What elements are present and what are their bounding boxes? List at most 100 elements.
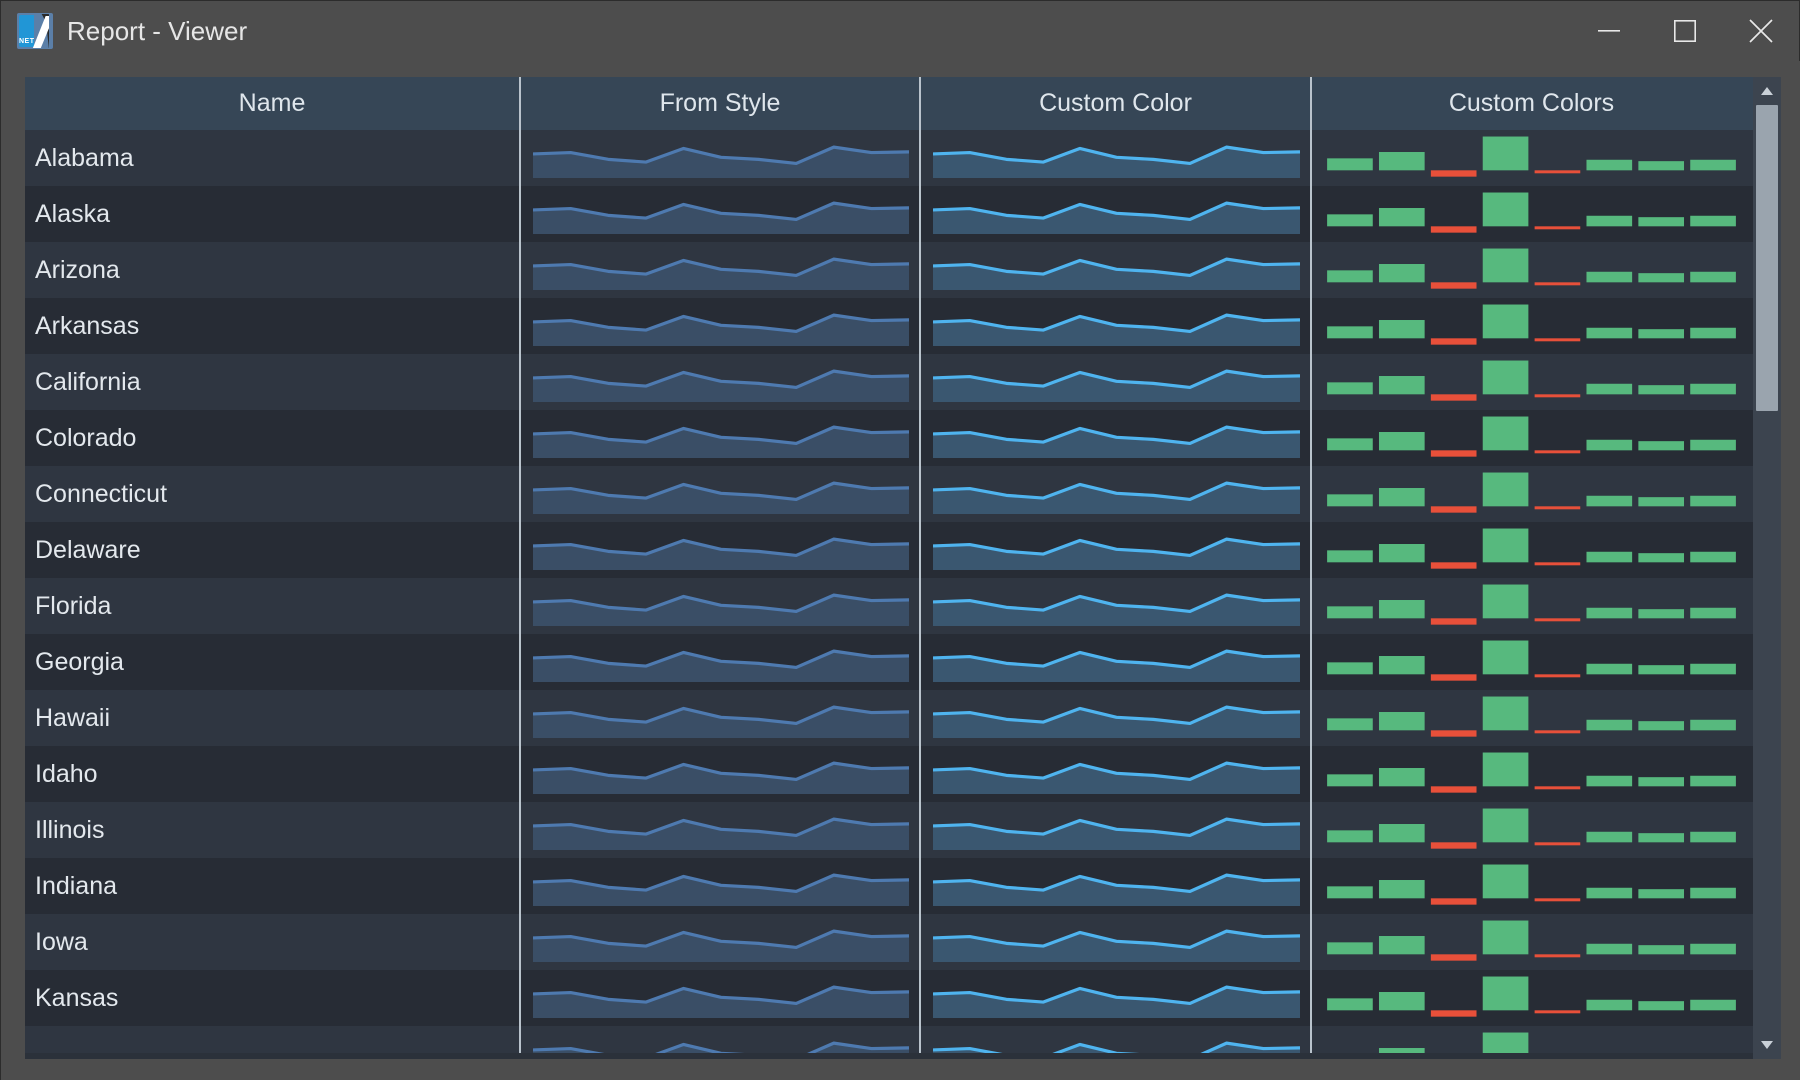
cell-custom-colors[interactable] [1310,130,1751,186]
cell-from-style[interactable] [519,466,919,522]
cell-from-style[interactable] [519,858,919,914]
cell-from-style[interactable] [519,914,919,970]
cell-from-style[interactable] [519,186,919,242]
cell-name[interactable]: Indiana [25,858,519,914]
cell-name[interactable]: Georgia [25,634,519,690]
cell-name[interactable]: Colorado [25,410,519,466]
bar-chart [1327,304,1736,345]
cell-custom-colors[interactable] [1310,858,1751,914]
bar-chart-bar [1482,416,1529,451]
table-row[interactable]: Hawaii [25,690,1753,746]
cell-custom-colors[interactable] [1310,466,1751,522]
state-name-label: Kansas [35,983,119,1012]
cell-custom-colors[interactable] [1310,186,1751,242]
table-row[interactable]: Delaware [25,522,1753,578]
table-row[interactable]: Idaho [25,746,1753,802]
cell-from-style[interactable] [519,970,919,1026]
cell-custom-color[interactable] [919,466,1310,522]
cell-from-style[interactable] [519,634,919,690]
cell-custom-colors[interactable] [1310,634,1751,690]
table-row[interactable]: Arkansas [25,298,1753,354]
scrollbar-track[interactable] [1753,105,1781,1031]
scroll-up-arrow-icon[interactable] [1753,77,1781,105]
cell-custom-colors[interactable] [1310,746,1751,802]
cell-name[interactable]: Idaho [25,746,519,802]
cell-from-style[interactable] [519,410,919,466]
cell-name[interactable]: Arkansas [25,298,519,354]
column-header-from-style[interactable]: From Style [519,77,919,130]
cell-custom-color[interactable] [919,242,1310,298]
maximize-button[interactable] [1647,1,1723,61]
cell-custom-color[interactable] [919,690,1310,746]
cell-custom-color[interactable] [919,970,1310,1026]
cell-from-style[interactable] [519,802,919,858]
scrollbar-thumb[interactable] [1756,105,1778,411]
minimize-button[interactable] [1571,1,1647,61]
cell-name[interactable]: Delaware [25,522,519,578]
table-row[interactable]: Arizona [25,242,1753,298]
column-header-custom-color[interactable]: Custom Color [919,77,1310,130]
table-row[interactable]: Alaska [25,186,1753,242]
bar-chart-bar [1378,152,1425,171]
cell-custom-colors[interactable] [1310,802,1751,858]
cell-custom-colors[interactable] [1310,578,1751,634]
cell-from-style[interactable] [519,746,919,802]
column-header-name[interactable]: Name [25,77,519,130]
cell-from-style[interactable] [519,578,919,634]
table-row[interactable]: Iowa [25,914,1753,970]
bar-chart-bar [1482,752,1529,787]
cell-name[interactable]: Arizona [25,242,519,298]
cell-from-style[interactable] [519,130,919,186]
cell-custom-colors[interactable] [1310,970,1751,1026]
cell-custom-colors[interactable] [1310,410,1751,466]
sparkline-fill [933,539,1300,570]
table-row[interactable]: Florida [25,578,1753,634]
table-row[interactable]: Illinois [25,802,1753,858]
cell-from-style[interactable] [519,354,919,410]
cell-from-style[interactable] [519,298,919,354]
cell-from-style[interactable] [519,690,919,746]
cell-name[interactable]: Alaska [25,186,519,242]
cell-custom-color[interactable] [919,186,1310,242]
cell-name[interactable]: Alabama [25,130,519,186]
sparkline-container [921,362,1310,402]
close-button[interactable] [1723,1,1799,61]
cell-custom-colors[interactable] [1310,354,1751,410]
viewer-window: NET Report - Viewer Name From Style Cust… [0,0,1800,1080]
cell-custom-color[interactable] [919,298,1310,354]
cell-from-style[interactable] [519,522,919,578]
cell-custom-color[interactable] [919,802,1310,858]
cell-name[interactable]: Florida [25,578,519,634]
cell-from-style[interactable] [519,242,919,298]
cell-custom-color[interactable] [919,914,1310,970]
table-row[interactable]: Colorado [25,410,1753,466]
cell-custom-colors[interactable] [1310,522,1751,578]
vertical-scrollbar[interactable] [1753,77,1781,1059]
column-header-custom-colors[interactable]: Custom Colors [1310,77,1751,130]
table-row[interactable]: Alabama [25,130,1753,186]
table-row[interactable]: California [25,354,1753,410]
cell-custom-color[interactable] [919,746,1310,802]
table-row[interactable]: Connecticut [25,466,1753,522]
cell-name[interactable]: Hawaii [25,690,519,746]
cell-custom-color[interactable] [919,634,1310,690]
table-row[interactable]: Georgia [25,634,1753,690]
cell-custom-colors[interactable] [1310,690,1751,746]
cell-custom-color[interactable] [919,130,1310,186]
cell-name[interactable]: Illinois [25,802,519,858]
cell-custom-colors[interactable] [1310,242,1751,298]
table-row[interactable]: Kansas [25,970,1753,1026]
cell-name[interactable]: Connecticut [25,466,519,522]
cell-custom-color[interactable] [919,578,1310,634]
cell-name[interactable]: California [25,354,519,410]
cell-custom-color[interactable] [919,858,1310,914]
cell-custom-color[interactable] [919,522,1310,578]
cell-name[interactable]: Kansas [25,970,519,1026]
cell-custom-colors[interactable] [1310,914,1751,970]
table-row[interactable]: Indiana [25,858,1753,914]
cell-custom-color[interactable] [919,410,1310,466]
cell-custom-color[interactable] [919,354,1310,410]
cell-name[interactable]: Iowa [25,914,519,970]
scroll-down-arrow-icon[interactable] [1753,1031,1781,1059]
cell-custom-colors[interactable] [1310,298,1751,354]
